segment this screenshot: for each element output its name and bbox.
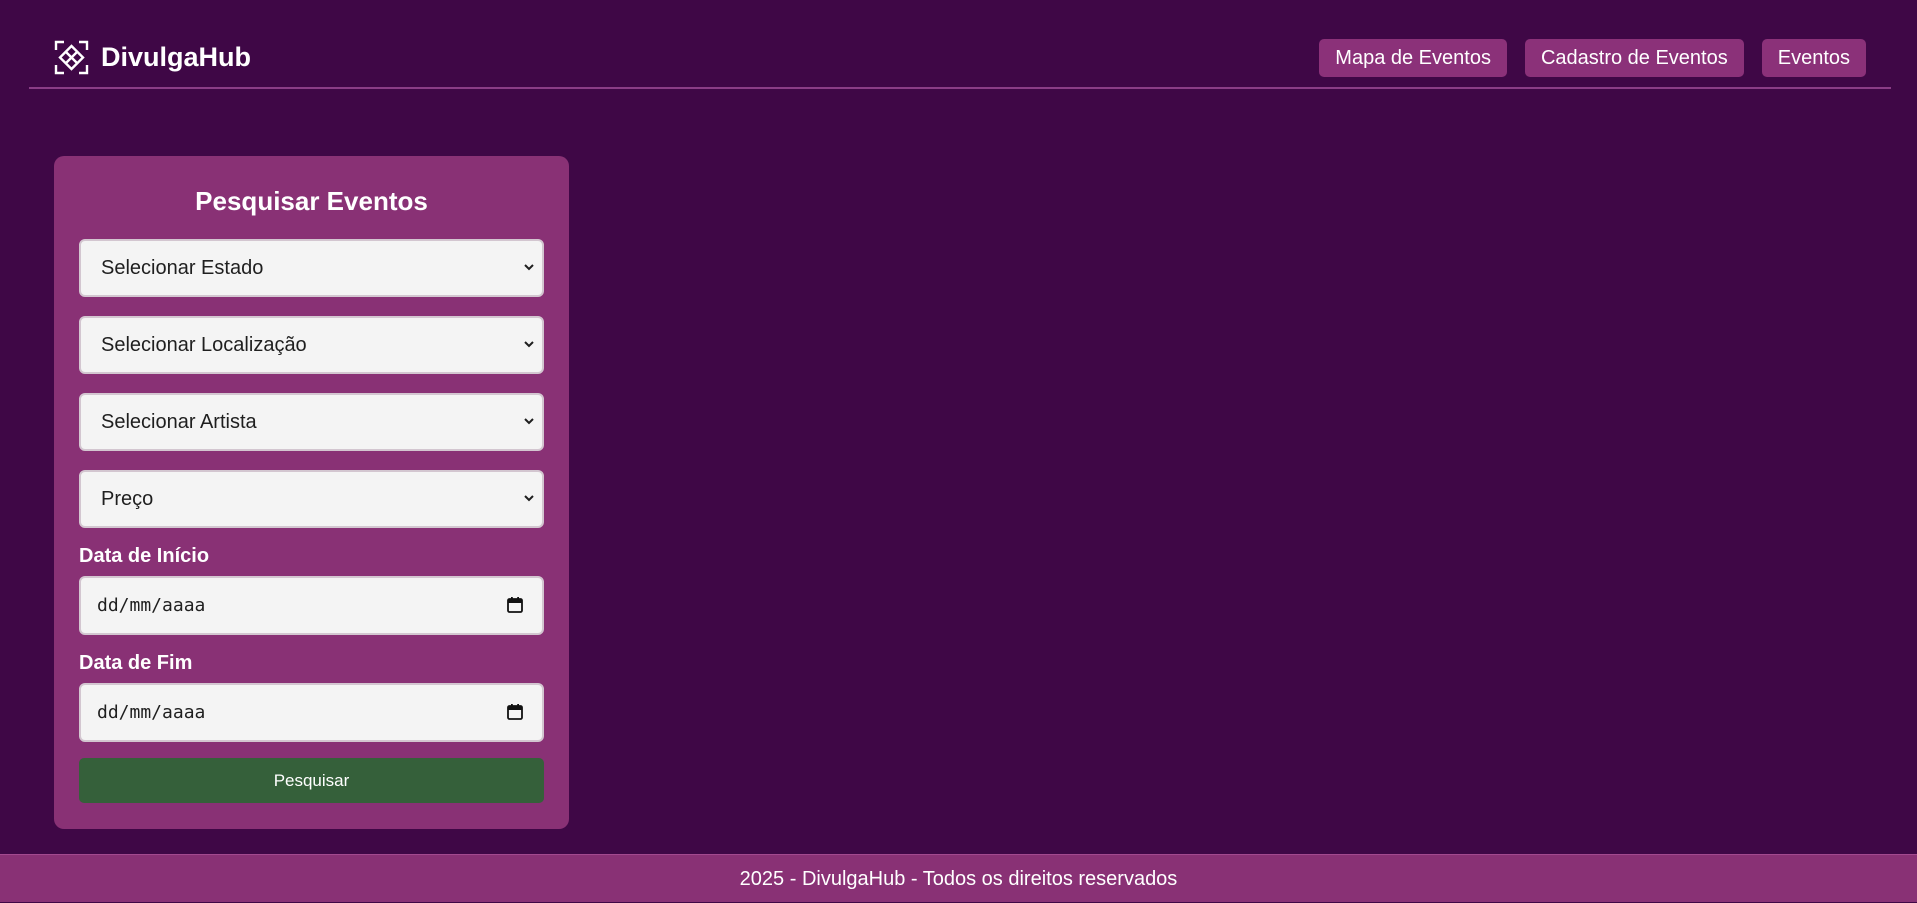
end-date-label: Data de Fim: [79, 652, 193, 674]
price-select[interactable]: Preço: [79, 470, 544, 528]
state-select[interactable]: Selecionar Estado: [79, 239, 544, 297]
start-date-label: Data de Início: [79, 545, 210, 567]
brand-name: DivulgaHub: [101, 42, 252, 72]
start-date-placeholder: dd/mm/aaaa: [97, 595, 206, 616]
search-panel: Pesquisar Eventos Selecionar Estado Sele…: [54, 156, 569, 829]
chevron-down-icon: [524, 341, 534, 348]
chevron-down-icon: [524, 495, 534, 502]
chevron-down-icon: [524, 264, 534, 271]
main-nav: Mapa de Eventos Cadastro de Eventos Even…: [1301, 39, 1866, 77]
calendar-icon[interactable]: [506, 596, 524, 614]
location-select-value: Selecionar Localização: [101, 334, 307, 356]
artist-select-value: Selecionar Artista: [101, 411, 257, 433]
footer-text: 2025 - DivulgaHub - Todos os direitos re…: [739, 868, 1178, 890]
end-date-placeholder: dd/mm/aaaa: [97, 702, 206, 723]
brand[interactable]: DivulgaHub: [54, 40, 251, 75]
diamond-grid-icon: [54, 40, 89, 75]
end-date-input[interactable]: dd/mm/aaaa: [79, 683, 544, 742]
search-button[interactable]: Pesquisar: [79, 758, 544, 803]
footer: 2025 - DivulgaHub - Todos os direitos re…: [0, 854, 1917, 902]
start-date-input[interactable]: dd/mm/aaaa: [79, 576, 544, 635]
artist-select[interactable]: Selecionar Artista: [79, 393, 544, 451]
nav-cadastro-de-eventos[interactable]: Cadastro de Eventos: [1524, 39, 1744, 77]
chevron-down-icon: [524, 418, 534, 425]
nav-eventos[interactable]: Eventos: [1761, 39, 1866, 77]
state-select-value: Selecionar Estado: [101, 257, 264, 279]
search-title: Pesquisar Eventos: [195, 186, 428, 216]
top-header: DivulgaHub Mapa de Eventos Cadastro de E…: [29, 26, 1891, 89]
nav-mapa-de-eventos[interactable]: Mapa de Eventos: [1319, 39, 1507, 77]
location-select[interactable]: Selecionar Localização: [79, 316, 544, 374]
calendar-icon[interactable]: [506, 703, 524, 721]
price-select-value: Preço: [101, 488, 154, 510]
